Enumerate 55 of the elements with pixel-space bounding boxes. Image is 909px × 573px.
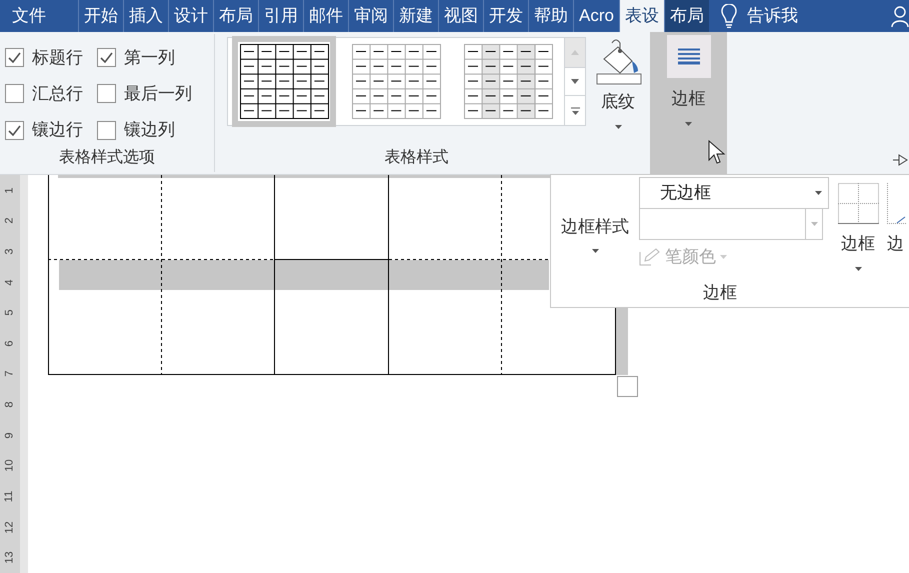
ruler-number: 13 bbox=[4, 551, 16, 564]
group-label: 表格样式选项 bbox=[58, 148, 156, 168]
dialog-launcher-icon bbox=[893, 154, 909, 166]
caret-icon bbox=[854, 266, 862, 270]
ribbon-tab[interactable]: 表设 bbox=[618, 0, 664, 32]
ruler-number: 1 bbox=[4, 187, 16, 194]
borders-icon bbox=[666, 35, 710, 78]
caret-down-icon bbox=[571, 79, 579, 84]
user-icon[interactable] bbox=[891, 5, 909, 27]
border-painter-button[interactable]: 边 bbox=[887, 175, 907, 280]
grid-icon bbox=[838, 183, 878, 224]
ruler-number: 10 bbox=[4, 460, 16, 472]
tell-me-button[interactable]: 告诉我 bbox=[720, 0, 798, 32]
line-style-dropdown[interactable]: 无边框 bbox=[639, 177, 829, 209]
caret-icon bbox=[592, 249, 598, 253]
caret-icon bbox=[815, 191, 822, 195]
ruler-number: 7 bbox=[4, 370, 16, 378]
checkmark-icon bbox=[8, 124, 21, 136]
ribbon-tab[interactable]: 布局 bbox=[664, 0, 709, 32]
lightbulb-icon bbox=[720, 4, 737, 28]
ribbon-tab[interactable]: 文件 bbox=[0, 0, 58, 32]
borders-dropdown-button[interactable]: 边框 bbox=[837, 175, 879, 280]
style-option-checkbox[interactable]: 最后一列 bbox=[97, 82, 214, 106]
ruler-number: 3 bbox=[4, 248, 16, 255]
borders-button[interactable]: 边框 bbox=[650, 32, 727, 174]
paint-bucket-icon bbox=[594, 37, 642, 85]
style-option-checkbox[interactable]: 镶边行 bbox=[5, 118, 97, 142]
ruler-number: 5 bbox=[4, 310, 16, 316]
ruler-number: 9 bbox=[4, 432, 16, 438]
caret-icon bbox=[685, 122, 692, 126]
style-option-checkbox[interactable]: 镶边列 bbox=[97, 118, 214, 142]
ruler-number: 11 bbox=[4, 490, 16, 502]
caret-icon bbox=[614, 124, 622, 128]
scroll-down-button[interactable] bbox=[565, 67, 585, 96]
caret-icon bbox=[720, 254, 727, 259]
checkmark-icon bbox=[100, 52, 113, 63]
border-painter-icon bbox=[887, 183, 907, 224]
style-option-checkbox[interactable]: 第一列 bbox=[97, 46, 214, 69]
group-label: 边框 bbox=[702, 282, 738, 304]
ruler-number: 2 bbox=[4, 218, 16, 224]
ruler-number: 12 bbox=[4, 520, 16, 534]
caret-up-icon bbox=[571, 50, 579, 55]
pencil-icon bbox=[639, 248, 661, 266]
ruler-number: 8 bbox=[4, 402, 16, 408]
table-style-thumbnail[interactable] bbox=[232, 36, 336, 127]
caret-icon bbox=[810, 222, 818, 226]
more-icon bbox=[570, 106, 580, 114]
shading-button[interactable]: 底纹 bbox=[594, 37, 642, 128]
style-option-checkbox[interactable]: 标题行 bbox=[5, 46, 97, 69]
ruler-number: 6 bbox=[4, 340, 16, 346]
group-label: 表格样式 bbox=[384, 148, 450, 168]
style-option-checkbox[interactable]: 汇总行 bbox=[5, 82, 97, 106]
border-styles-button[interactable]: 边框样式 bbox=[551, 175, 639, 280]
checkmark-icon bbox=[8, 52, 21, 63]
ruler-number: 4 bbox=[4, 279, 16, 286]
